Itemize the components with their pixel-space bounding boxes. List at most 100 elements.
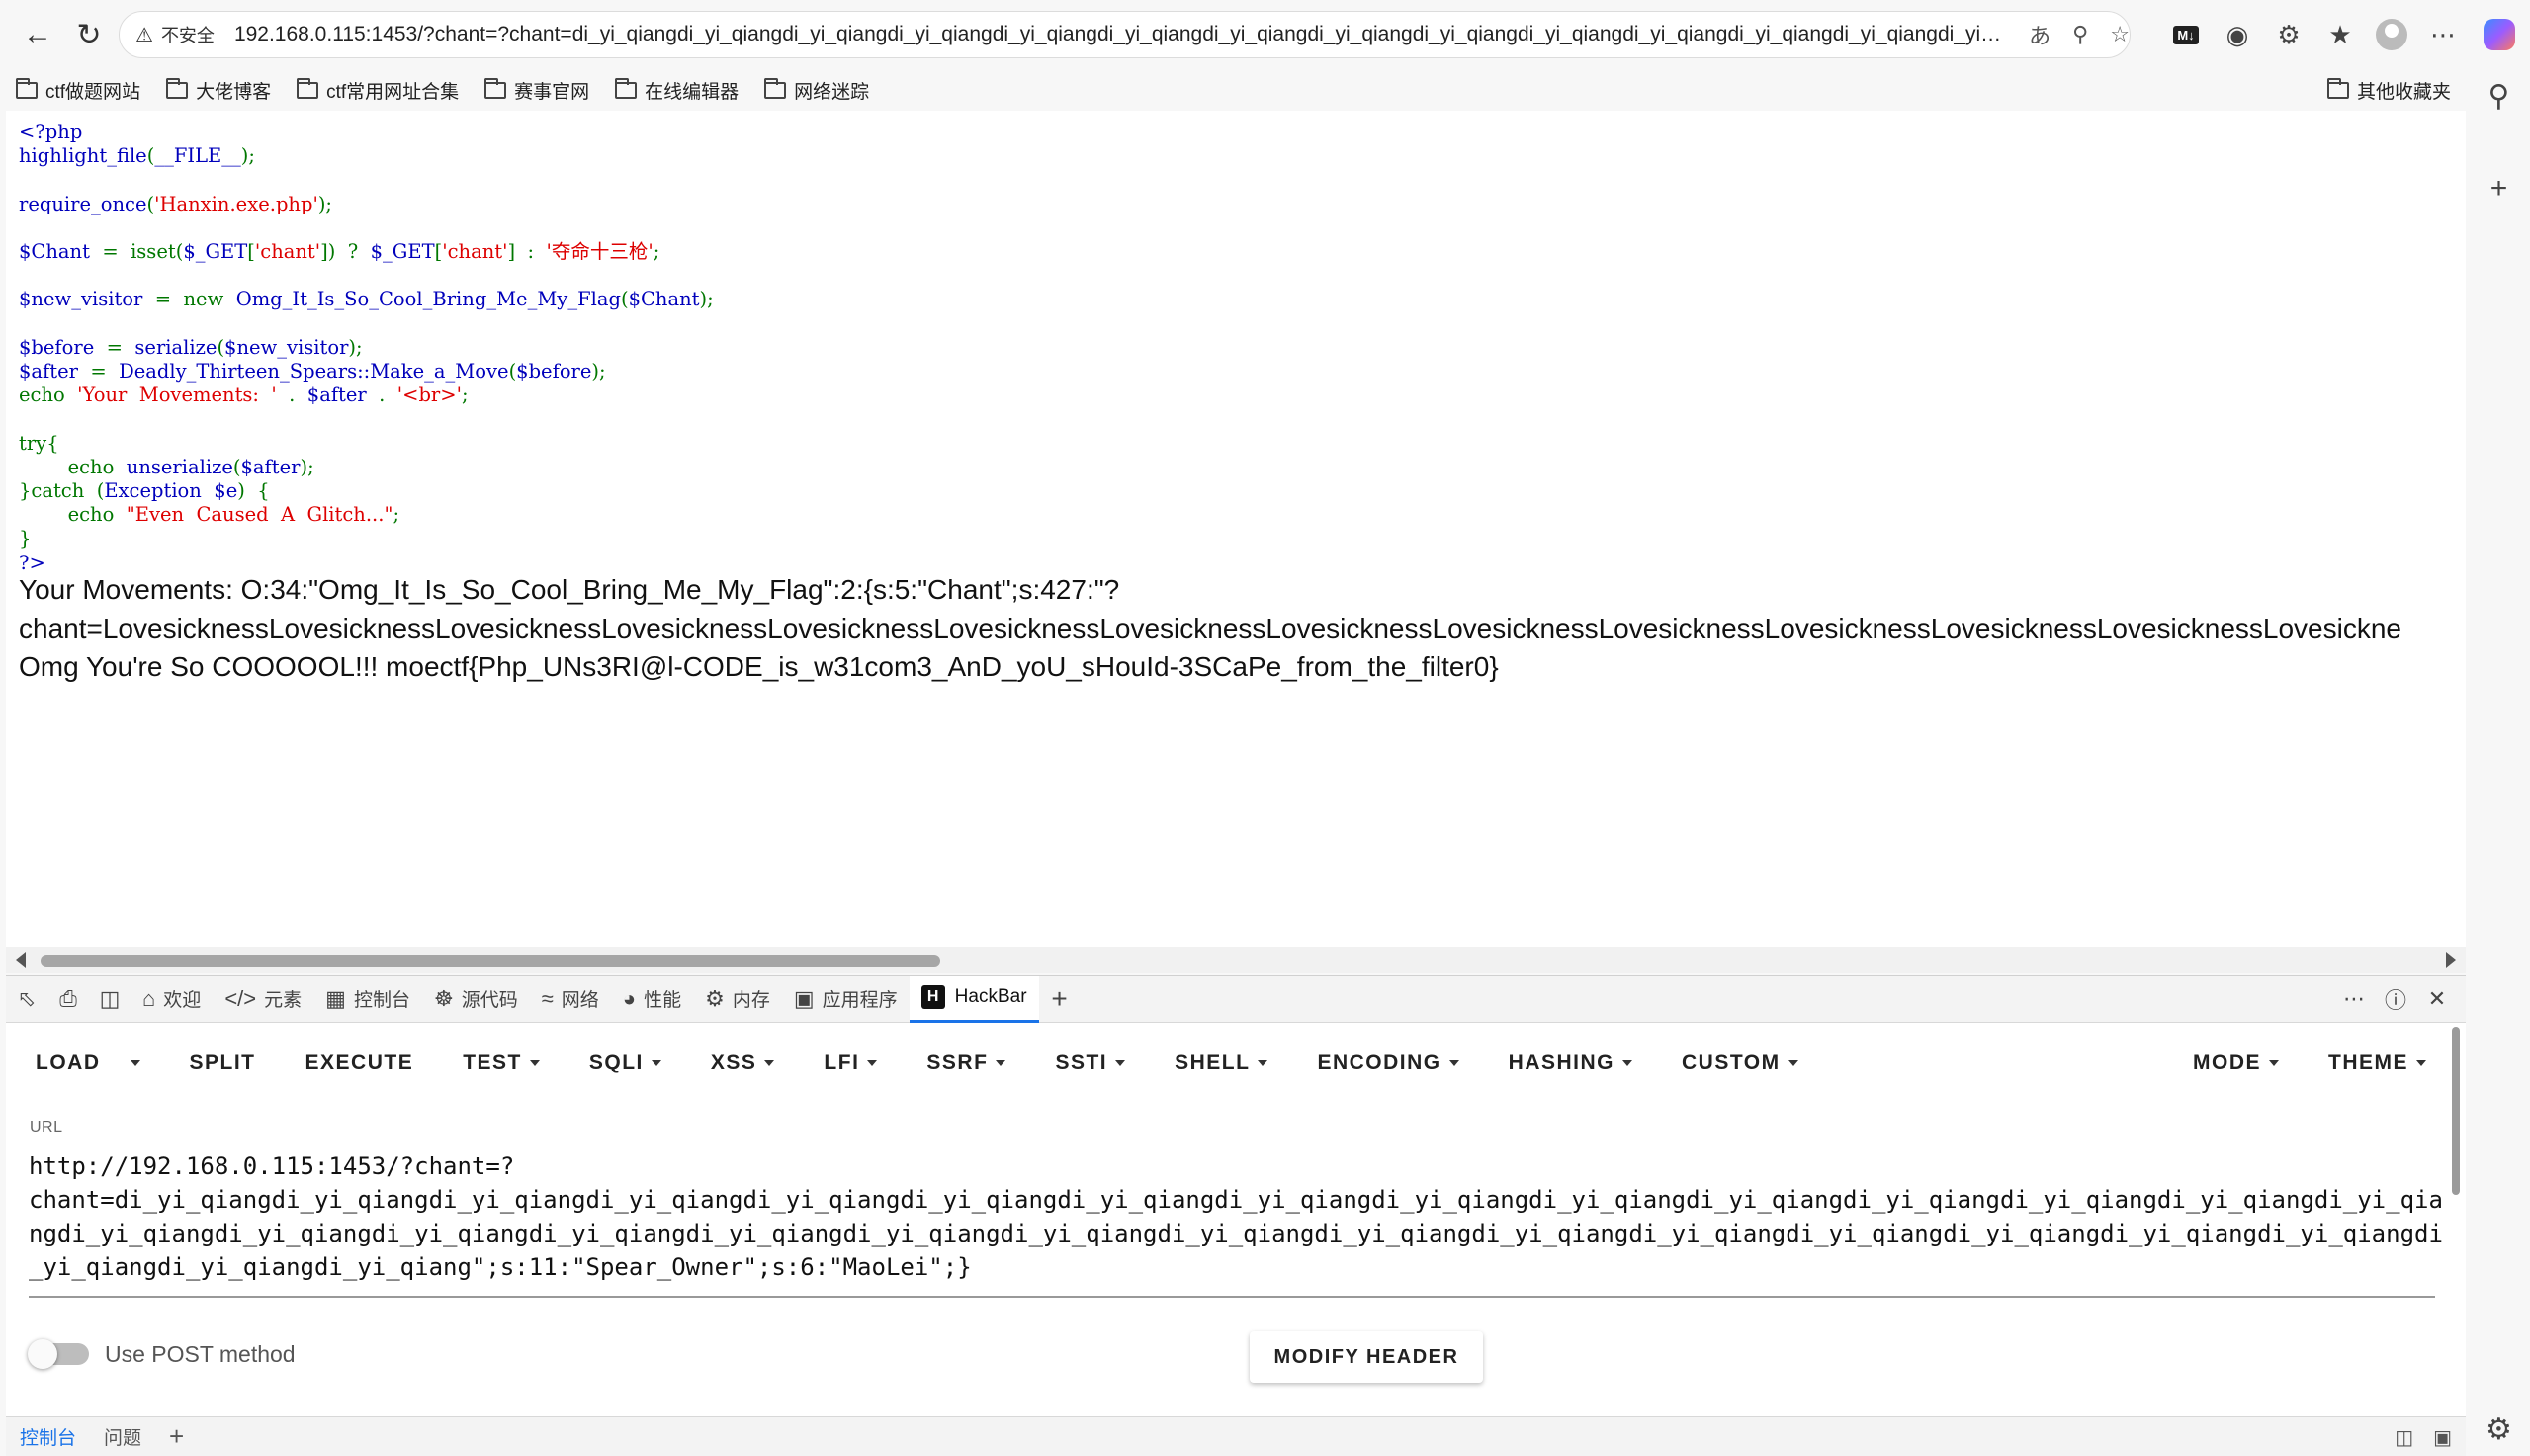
horizontal-scrollbar[interactable] <box>6 947 2466 973</box>
scroll-left-icon[interactable] <box>16 952 26 968</box>
menu-label: LFI <box>824 1051 860 1073</box>
tab-network[interactable]: ≈ 网络 <box>530 976 611 1023</box>
scrollbar-thumb[interactable] <box>41 955 940 967</box>
bookmark-label: ctf常用网址合集 <box>326 81 460 103</box>
page-viewport: <?php highlight_file(__FILE__); require_… <box>6 111 2466 973</box>
load-button[interactable]: LOAD <box>36 1051 140 1074</box>
code-token: echo <box>67 503 115 527</box>
profile-avatar[interactable] <box>2366 11 2417 58</box>
url-textarea[interactable]: http://192.168.0.115:1453/?chant=? chant… <box>29 1150 2446 1284</box>
tab-sources[interactable]: ☸ 源代码 <box>422 976 530 1023</box>
code-token: $e <box>214 479 238 503</box>
tab-performance[interactable]: ◕ 性能 <box>611 976 693 1023</box>
bookmark-ctf-sites[interactable]: ctf做题网站 <box>16 77 140 104</box>
tab-welcome[interactable]: ⌂ 欢迎 <box>131 976 213 1023</box>
code-token: __FILE__ <box>154 144 241 168</box>
hackbar-menu-right: MODE THEME <box>2193 1023 2426 1102</box>
help-icon[interactable]: ⓘ <box>2375 976 2416 1023</box>
bookmark-events[interactable]: 赛事官网 <box>484 77 589 104</box>
tab-label: 应用程序 <box>822 990 898 1011</box>
chevron-down-icon <box>1788 1060 1798 1066</box>
bookmark-blogs[interactable]: 大佬博客 <box>166 77 271 104</box>
code-token: $before <box>516 360 592 384</box>
drawer-tab-issues[interactable]: 问题 <box>104 1423 141 1450</box>
encoding-menu[interactable]: ENCODING <box>1317 1051 1459 1074</box>
chevron-down-icon <box>2416 1060 2426 1066</box>
extension-circle-icon[interactable]: ◉ <box>2212 11 2263 58</box>
test-menu[interactable]: TEST <box>463 1051 540 1074</box>
bookmark-editors[interactable]: 在线编辑器 <box>615 77 739 104</box>
drawer-add-tab-icon[interactable]: + <box>169 1421 184 1452</box>
devtools-panel: ⬁ ⎙ ◫ ⌂ 欢迎 </> 元素 ▦ 控制台 ☸ 源代码 ≈ 网络 ◕ 性能 ⚙ 内存 ▣ 应… <box>6 975 2466 1456</box>
bookmark-other[interactable]: 其他收藏夹 <box>2326 69 2451 111</box>
bookmark-ctf-urls[interactable]: ctf常用网址合集 <box>297 77 459 104</box>
add-tab-icon[interactable]: + <box>1039 976 1081 1023</box>
custom-menu[interactable]: CUSTOM <box>1682 1051 1798 1074</box>
dock-side-icon[interactable]: ◫ <box>89 976 131 1023</box>
more-menu-icon[interactable]: ⋯ <box>2417 11 2469 58</box>
tab-application[interactable]: ▣ 应用程序 <box>782 976 910 1023</box>
address-bar[interactable]: ⚠ 不安全 192.168.0.115:1453/?chant=?chant=d… <box>119 11 2131 58</box>
execute-button[interactable]: EXECUTE <box>305 1051 414 1074</box>
url-text[interactable]: 192.168.0.115:1453/?chant=?chant=di_yi_q… <box>234 23 2007 46</box>
folder-icon <box>764 77 787 99</box>
close-drawer-icon[interactable]: ▣ <box>2433 1425 2452 1450</box>
menu-label: SHELL <box>1175 1051 1251 1073</box>
tab-label: HackBar <box>954 986 1027 1007</box>
vertical-scrollbar[interactable] <box>2452 1027 2460 1195</box>
code-token: $_GET <box>370 240 435 264</box>
add-icon[interactable]: + <box>2468 162 2530 215</box>
folder-icon <box>16 77 38 99</box>
security-indicator[interactable]: ⚠ 不安全 <box>135 22 215 47</box>
extensions-puzzle-icon[interactable]: ⚙ <box>2263 11 2314 58</box>
favorite-star-icon[interactable]: ☆ <box>2110 22 2130 47</box>
device-emulation-icon[interactable]: ⎙ <box>47 976 89 1023</box>
flag-line: Omg You're So COOOOOL!!! moectf{Php_UNs3… <box>19 651 1499 682</box>
ssrf-menu[interactable]: SSRF <box>926 1051 1006 1074</box>
hashing-menu[interactable]: HASHING <box>1509 1051 1632 1074</box>
drawer-tab-console[interactable]: 控制台 <box>20 1423 76 1450</box>
tab-console[interactable]: ▦ 控制台 <box>313 976 422 1023</box>
settings-gear-icon[interactable]: ⚙ <box>2468 1403 2530 1456</box>
drawer-actions: ◫ ▣ <box>2395 1417 2452 1456</box>
gauge-icon: ◕ <box>622 985 637 1011</box>
code-token: echo <box>19 384 65 407</box>
tab-hackbar[interactable]: H HackBar <box>909 975 1039 1023</box>
code-brackets-icon: </> <box>224 985 257 1011</box>
favorites-icon[interactable]: ★ <box>2314 11 2366 58</box>
modify-header-button[interactable]: MODIFY HEADER <box>1250 1331 1483 1383</box>
copilot-logo <box>2484 19 2515 50</box>
bookmark-osint[interactable]: 网络迷踪 <box>764 77 869 104</box>
split-button[interactable]: SPLIT <box>190 1051 256 1074</box>
undock-drawer-icon[interactable]: ◫ <box>2395 1425 2413 1450</box>
search-icon[interactable]: ⚲ <box>2468 69 2530 123</box>
extension-md-icon[interactable]: M↓ <box>2160 11 2212 58</box>
tab-memory[interactable]: ⚙ 内存 <box>693 976 782 1023</box>
sqli-menu[interactable]: SQLI <box>589 1051 661 1074</box>
output-line: chant=LovesicknessLovesicknessLovesickne… <box>19 613 2401 643</box>
menu-label: LOAD <box>36 1051 101 1073</box>
reload-icon[interactable]: ↻ <box>65 11 113 58</box>
more-options-icon[interactable]: ⋯ <box>2333 976 2375 1023</box>
chevron-down-icon <box>651 1060 661 1066</box>
lfi-menu[interactable]: LFI <box>824 1051 878 1074</box>
mode-menu[interactable]: MODE <box>2193 1051 2279 1074</box>
code-token: $new_visitor <box>19 288 143 311</box>
xss-menu[interactable]: XSS <box>711 1051 775 1074</box>
post-method-toggle[interactable] <box>28 1339 89 1369</box>
console-icon: ▦ <box>325 985 346 1011</box>
read-aloud-icon[interactable]: あ <box>2029 19 2050 50</box>
ssti-menu[interactable]: SSTI <box>1055 1051 1126 1074</box>
chevron-down-icon[interactable] <box>130 1060 140 1066</box>
theme-menu[interactable]: THEME <box>2328 1051 2426 1074</box>
zoom-icon[interactable]: ⚲ <box>2072 22 2088 47</box>
inspect-element-icon[interactable]: ⬁ <box>6 976 47 1023</box>
code-token: require_once <box>19 192 147 215</box>
shell-menu[interactable]: SHELL <box>1175 1051 1268 1074</box>
scroll-right-icon[interactable] <box>2446 952 2456 968</box>
close-icon[interactable]: ✕ <box>2416 976 2458 1023</box>
copilot-icon[interactable] <box>2469 11 2530 58</box>
tab-elements[interactable]: </> 元素 <box>213 976 313 1023</box>
url-field-underline <box>29 1296 2435 1298</box>
back-icon[interactable]: ← <box>14 11 61 58</box>
